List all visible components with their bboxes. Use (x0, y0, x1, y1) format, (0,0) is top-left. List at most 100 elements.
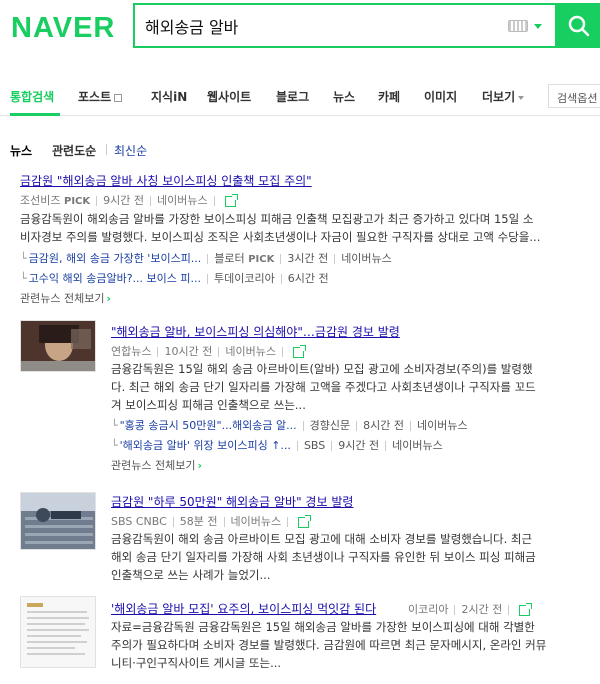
article-title[interactable]: "해외송금 알바, 보이스피싱 의심해야"…금감원 경보 발령 (111, 323, 400, 340)
news-sort-bar: 뉴스 관련도순 최신순 (10, 142, 147, 159)
article-source[interactable]: SBS CNBC (111, 515, 167, 528)
article-thumbnail[interactable] (20, 492, 96, 550)
related-article-title[interactable]: '해외송금 알바' 위장 보이스피싱 ↑... (120, 439, 291, 452)
desc-line: 금융감독원이 해외 송금 아르바이트 모집 광고에 대해 소비자 경보를 발령했… (111, 532, 533, 546)
divider (106, 144, 107, 155)
related-source[interactable]: 블로터 (214, 252, 244, 265)
related-news-all-link[interactable]: 관련뉴스 전체보기 (20, 290, 111, 306)
desc-line: 다. 최근 해외 송금 단기 일자리를 가장해 고액을 주겠다고 사회초년생이나… (111, 380, 536, 394)
thumbnail-image (21, 493, 95, 549)
sort-latest[interactable]: 최신순 (114, 142, 147, 159)
tab-post[interactable]: 포스트 (78, 88, 123, 105)
branch-icon: └ (111, 439, 118, 452)
desc-line: 자료=금융감독원 금융감독원은 15일 해외송금 알바를 가장한 보이스피싱에 … (111, 620, 535, 634)
related-time: 3시간 전 (287, 252, 329, 265)
chevron-down-icon (518, 95, 525, 100)
branch-icon: └ (111, 419, 118, 432)
related-source[interactable]: SBS (304, 439, 325, 452)
naver-news-link[interactable]: 네이버뉴스 (157, 194, 208, 207)
keyboard-icon[interactable] (508, 20, 528, 32)
article-meta: 조선비즈 PICK 9시간 전 네이버뉴스 (20, 192, 238, 208)
related-article: └ 고수익 해외 송금알바?... 보이스 피... 투데이코리아 6시간 전 (20, 270, 329, 286)
autocomplete-arrow-icon[interactable] (534, 24, 542, 29)
related-news-all-link[interactable]: 관련뉴스 전체보기 (111, 457, 202, 473)
related-article-title[interactable]: 고수익 해외 송금알바?... 보이스 피... (29, 272, 201, 285)
article-title[interactable]: '해외송금 알바 모집' 요주의, 보이스피싱 먹잇감 된다 (111, 600, 376, 617)
related-article-title[interactable]: 금감원, 해외 송금 가장한 '보이스피... (29, 252, 202, 265)
tab-integrated[interactable]: 통합검색 (10, 88, 54, 105)
tab-kin[interactable]: 지식iN (151, 88, 187, 105)
branch-icon: └ (20, 252, 27, 265)
article-time: 2시간 전 (461, 603, 503, 616)
naver-news-link[interactable]: 네이버뉴스 (231, 515, 282, 528)
desc-line: 니티·구인구직사이트 게시글 또는... (111, 656, 282, 670)
thumbnail-image (21, 321, 95, 371)
article-time: 9시간 전 (103, 194, 144, 207)
naver-news-link[interactable]: 네이버뉴스 (341, 252, 392, 265)
desc-line: 비자경보 주의를 발령했다. 보이스피싱 조직은 사회초년생이나 자금이 필요한… (20, 230, 541, 244)
article-source[interactable]: 이코리아 (408, 603, 448, 616)
related-source[interactable]: 투데이코리아 (214, 272, 275, 285)
sort-relevance[interactable]: 관련도순 (52, 142, 96, 159)
related-source[interactable]: 경향신문 (310, 419, 350, 432)
naver-news-link[interactable]: 네이버뉴스 (417, 419, 468, 432)
news-section-label: 뉴스 (10, 144, 33, 158)
new-window-icon[interactable] (224, 193, 238, 207)
article-source[interactable]: 조선비즈 (20, 194, 60, 207)
thumbnail-image (21, 597, 95, 667)
related-time: 8시간 전 (363, 419, 404, 432)
search-button[interactable] (557, 3, 600, 48)
tab-more[interactable]: 더보기 (482, 88, 525, 105)
search-tabs: 통합검색 포스트 지식iN 웹사이트 블로그 뉴스 카페 이미지 더보기 검색옵… (0, 78, 600, 116)
desc-line: 주의가 필요하다며 소비자 경보를 발령했다. 금감원에 따르면 최근 문자메시… (111, 638, 547, 652)
pick-badge: PICK (63, 196, 91, 207)
tab-news[interactable]: 뉴스 (333, 88, 355, 105)
post-icon (114, 93, 123, 102)
desc-line: 해외 송금 단기 일자리를 가장해 사회 초년생이나 구직자를 유인한 뒤 보이… (111, 550, 536, 564)
desc-line: 금융감독원이 해외송금 알바를 가장한 보이스피싱 피해금 인출책 모집광고가 … (20, 212, 534, 226)
related-time: 9시간 전 (338, 439, 380, 452)
related-time: 6시간 전 (287, 272, 329, 285)
article-meta: SBS CNBC 58분 전 네이버뉴스 (111, 513, 312, 529)
article-desc: 금융감독원은 15일 해외 송금 아르바이트(알바) 모집 광고에 소비자경보(… (111, 360, 593, 414)
article-desc: 금융감독원이 해외 송금 아르바이트 모집 광고에 대해 소비자 경보를 발령했… (111, 530, 593, 584)
new-window-icon[interactable] (519, 602, 533, 616)
desc-line: 인출책으로 쓰는 사례가 늘었기... (111, 568, 271, 582)
article-time: 58분 전 (179, 515, 218, 528)
article-meta: 연합뉴스 10시간 전 네이버뉴스 (111, 343, 306, 359)
article-desc: 자료=금융감독원 금융감독원은 15일 해외송금 알바를 가장한 보이스피싱에 … (111, 618, 593, 672)
tab-cafe[interactable]: 카페 (378, 88, 400, 105)
related-article: └ "홍콩 송금시 50만원"...해외송금 알... 경향신문 8시간 전 네이버뉴스 (111, 417, 468, 433)
article-title[interactable]: 금감원 "해외송금 알바 사칭 보이스피싱 인출책 모집 주의" (20, 172, 312, 189)
article-thumbnail[interactable] (20, 320, 96, 372)
pick-badge: PICK (248, 254, 275, 265)
article-time: 10시간 전 (164, 345, 213, 358)
branch-icon: └ (20, 272, 27, 285)
new-window-icon[interactable] (292, 344, 306, 358)
naver-logo[interactable]: NAVER (11, 12, 115, 45)
tab-more-label: 더보기 (482, 90, 516, 104)
naver-news-link[interactable]: 네이버뉴스 (392, 439, 443, 452)
header: NAVER (0, 0, 600, 62)
desc-line: 겨 보이스피싱 피해금 인출책으로 쓰는... (111, 398, 306, 412)
related-article: └ '해외송금 알바' 위장 보이스피싱 ↑... SBS 9시간 전 네이버뉴스 (111, 437, 443, 453)
article-desc: 금융감독원이 해외송금 알바를 가장한 보이스피싱 피해금 인출책 모집광고가 … (20, 210, 592, 246)
search-input[interactable] (145, 14, 495, 38)
tab-website[interactable]: 웹사이트 (207, 88, 251, 105)
search-icon (568, 15, 590, 37)
desc-line: 금융감독원은 15일 해외 송금 아르바이트(알바) 모집 광고에 소비자경보(… (111, 362, 533, 376)
tab-post-label: 포스트 (78, 90, 112, 104)
naver-news-link[interactable]: 네이버뉴스 (225, 345, 276, 358)
new-window-icon[interactable] (298, 514, 312, 528)
search-box[interactable] (133, 3, 557, 48)
article-meta: 이코리아 2시간 전 (408, 601, 533, 617)
article-thumbnail[interactable] (20, 596, 96, 668)
related-article-title[interactable]: "홍콩 송금시 50만원"...해외송금 알... (120, 419, 297, 432)
tab-image[interactable]: 이미지 (424, 88, 457, 105)
search-option-button[interactable]: 검색옵션 (548, 84, 600, 108)
article-title[interactable]: 금감원 "하루 50만원" 해외송금 알바" 경보 발령 (111, 493, 353, 510)
tab-blog[interactable]: 블로그 (276, 88, 309, 105)
active-tab-indicator (10, 113, 60, 116)
article-source[interactable]: 연합뉴스 (111, 345, 151, 358)
related-article: └ 금감원, 해외 송금 가장한 '보이스피... 블로터 PICK 3시간 전 네이버… (20, 250, 392, 266)
